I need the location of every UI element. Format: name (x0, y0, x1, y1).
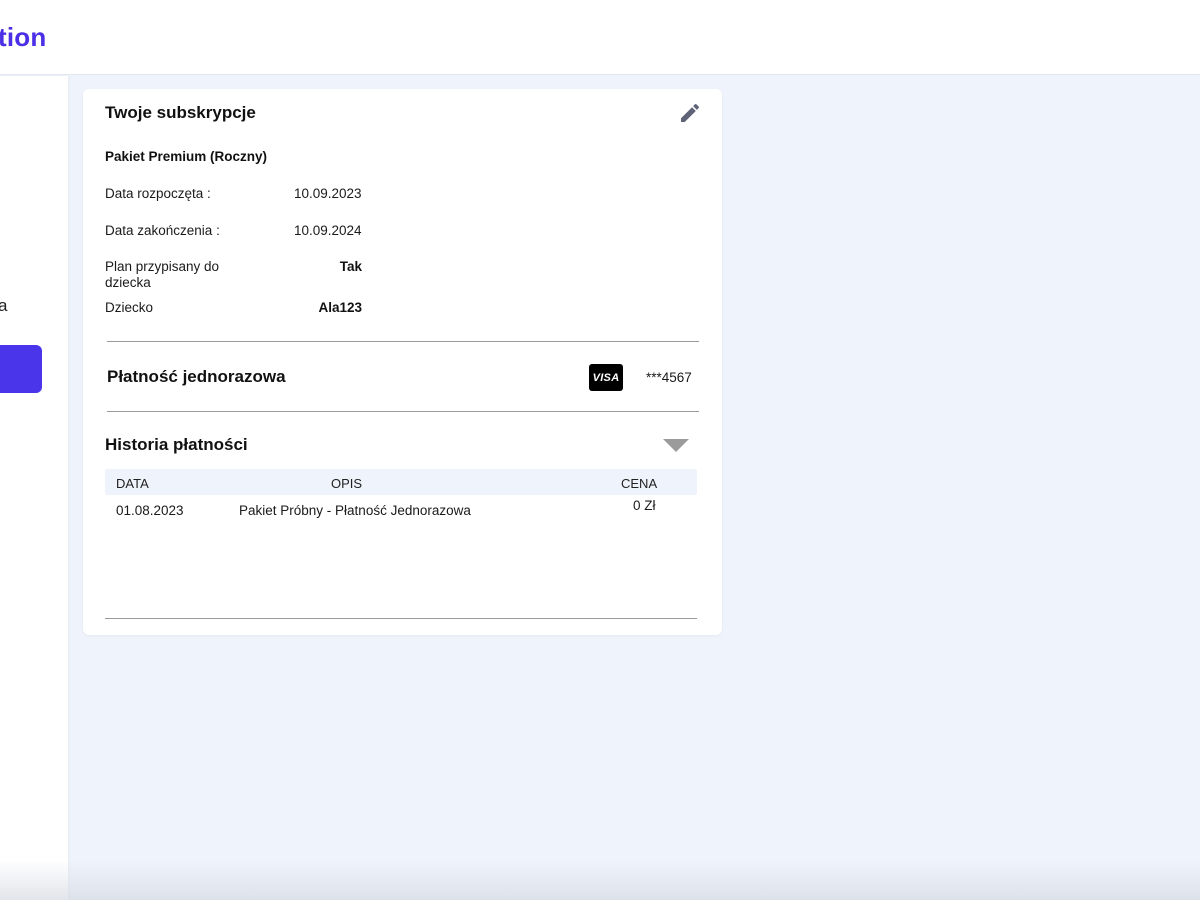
bottom-shadow (0, 860, 1200, 900)
assigned-to-child-value: Tak (339, 259, 362, 274)
child-label: Dziecko (105, 300, 154, 315)
card-number: ***4567 (646, 370, 692, 385)
table-bottom-divider (105, 618, 697, 619)
section-divider (107, 411, 699, 412)
sidebar-item-label[interactable]: a (0, 296, 7, 316)
chevron-down-icon[interactable] (663, 439, 689, 453)
end-date-label: Data zakończenia : (105, 223, 220, 238)
top-header: tion (0, 0, 1200, 75)
row-description: Pakiet Próbny - Płatność Jednorazowa (239, 503, 471, 518)
subscription-title: Twoje subskrypcje (105, 103, 256, 122)
plan-name: Pakiet Premium (Roczny) (105, 149, 268, 164)
child-value: Ala123 (318, 300, 362, 315)
assigned-to-child-label: Plan przypisany do dziecka (105, 259, 220, 290)
app-logo-text[interactable]: tion (0, 22, 46, 53)
history-table-header: DATA OPIS CENA (105, 469, 697, 495)
sidebar: a (0, 76, 68, 900)
row-date: 01.08.2023 (116, 503, 184, 518)
column-header-description: OPIS (331, 476, 363, 491)
start-date-label: Data rozpoczęta : (105, 186, 211, 201)
payment-history-title: Historia płatności (105, 435, 248, 454)
payment-method-title: Płatność jednorazowa (107, 367, 286, 386)
pencil-icon[interactable] (678, 101, 702, 125)
subscription-card: Twoje subskrypcje Pakiet Premium (Roczny… (83, 89, 722, 635)
column-header-date: DATA (116, 476, 149, 491)
column-header-price: CENA (621, 476, 658, 491)
start-date-value: 10.09.2023 (294, 186, 362, 201)
sidebar-action-button[interactable] (0, 345, 42, 393)
end-date-value: 10.09.2024 (294, 223, 362, 238)
visa-card-icon: VISA (589, 364, 623, 391)
row-price: 0 Zł (633, 498, 656, 513)
section-divider (107, 341, 699, 342)
